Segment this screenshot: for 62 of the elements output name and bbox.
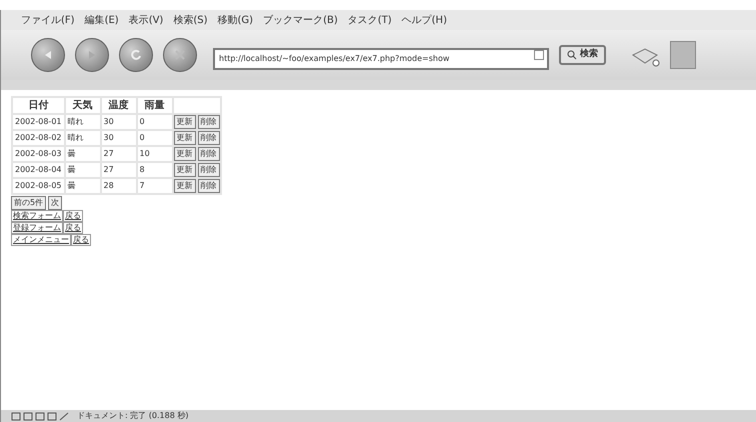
table-cell: 27 (102, 147, 136, 161)
table-cell: 30 (102, 131, 136, 145)
row-button[interactable]: 削除 (198, 179, 220, 193)
back-button[interactable] (31, 38, 65, 72)
table-cell: 0 (138, 115, 172, 129)
row-button[interactable]: 更新 (174, 147, 196, 161)
row-button[interactable]: 削除 (198, 147, 220, 161)
table-cell: 曇 (66, 147, 100, 161)
link[interactable]: メインメニュー (11, 234, 71, 246)
dropdown-icon[interactable] (534, 50, 544, 60)
column-header: 雨量 (138, 98, 172, 113)
status-icons (11, 412, 71, 420)
row-button[interactable]: 更新 (174, 131, 196, 145)
table-cell: 28 (102, 179, 136, 193)
row-button[interactable]: 削除 (198, 115, 220, 129)
menu-item[interactable]: 移動(G) (218, 12, 254, 28)
menu-item[interactable]: ブックマーク(B) (263, 12, 338, 28)
search-button[interactable]: 検索 (559, 45, 606, 65)
column-header: 温度 (102, 98, 136, 113)
stop-button[interactable] (163, 38, 197, 72)
menu-item[interactable]: ファイル(F) (21, 12, 75, 28)
menu-item[interactable]: 検索(S) (173, 12, 208, 28)
address-field[interactable]: http://localhost/~foo/examples/ex7/ex7.php?mode=show (213, 48, 549, 70)
link[interactable]: 検索フォーム (11, 210, 63, 222)
row-button[interactable]: 更新 (174, 115, 196, 129)
row-button[interactable]: 更新 (174, 163, 196, 177)
menu-item[interactable]: ヘルプ(H) (402, 12, 447, 28)
table-cell: 7 (138, 179, 172, 193)
row-button[interactable]: 削除 (198, 163, 220, 177)
row-button[interactable]: 削除 (198, 131, 220, 145)
status-text: ドキュメント: 完了 (0.188 秒) (77, 410, 188, 422)
link[interactable]: 戻る (71, 234, 91, 246)
link[interactable]: 登録フォーム (11, 222, 63, 234)
reload-icon (129, 48, 143, 62)
table-cell: 曇 (66, 163, 100, 177)
pager-button[interactable]: 前の5件 (11, 196, 46, 210)
table-cell: 2002-08-01 (13, 115, 64, 129)
column-header: 天気 (66, 98, 100, 113)
pager-button[interactable]: 次 (48, 196, 62, 210)
table-cell: 2002-08-04 (13, 163, 64, 177)
search-icon (567, 50, 577, 60)
table-cell: 2002-08-03 (13, 147, 64, 161)
link[interactable]: 戻る (63, 210, 83, 222)
table-cell: 晴れ (66, 131, 100, 145)
table-cell: 曇 (66, 179, 100, 193)
reload-button[interactable] (119, 38, 153, 72)
table-cell: 0 (138, 131, 172, 145)
table-cell: 30 (102, 115, 136, 129)
table-cell: 2002-08-05 (13, 179, 64, 193)
column-header: 日付 (13, 98, 64, 113)
link[interactable]: 戻る (63, 222, 83, 234)
table-cell: 晴れ (66, 115, 100, 129)
close-icon (173, 48, 187, 62)
menu-item[interactable]: タスク(T) (348, 12, 392, 28)
table-cell: 8 (138, 163, 172, 177)
row-button[interactable]: 更新 (174, 179, 196, 193)
forward-button[interactable] (75, 38, 109, 72)
menu-item[interactable]: 編集(E) (84, 12, 119, 28)
table-cell: 2002-08-02 (13, 131, 64, 145)
table-cell: 27 (102, 163, 136, 177)
menu-item[interactable]: 表示(V) (128, 12, 164, 28)
table-cell: 10 (138, 147, 172, 161)
